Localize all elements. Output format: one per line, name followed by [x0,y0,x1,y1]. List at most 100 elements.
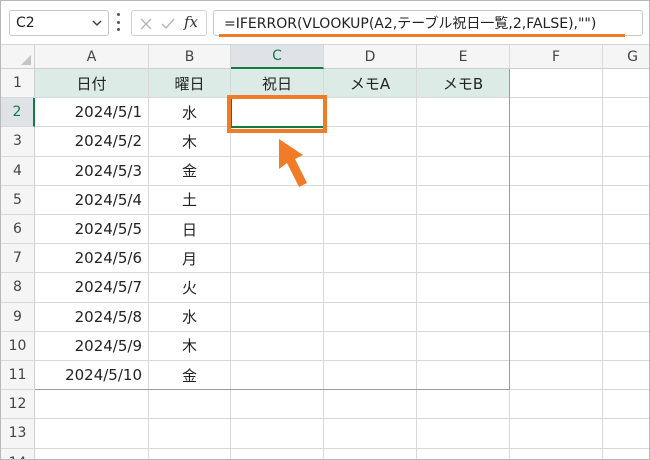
cell-d9[interactable] [324,302,417,332]
cell-c10[interactable] [231,331,324,361]
cell-a12[interactable] [35,390,149,420]
more-options-icon[interactable] [115,13,121,31]
cell-b12[interactable] [149,390,231,420]
row-header-14[interactable]: 14 [1,448,35,459]
cell-d8[interactable] [324,273,417,303]
cell-f10[interactable] [510,331,603,361]
cell-e1[interactable]: メモB [417,69,510,99]
cell-d2[interactable] [324,98,417,128]
cell-g11[interactable] [603,361,649,391]
cell-g2[interactable] [603,98,649,128]
column-header-d[interactable]: D [324,45,417,69]
cell-e8[interactable] [417,273,510,303]
cell-f6[interactable] [510,215,603,245]
cell-a6[interactable]: 2024/5/5 [35,215,149,245]
cell-e10[interactable] [417,331,510,361]
cell-d12[interactable] [324,390,417,420]
formula-input[interactable]: =IFERROR(VLOOKUP(A2,テーブル祝日一覧,2,FALSE),""… [213,10,643,36]
row-header-11[interactable]: 11 [1,361,35,391]
cell-a8[interactable]: 2024/5/7 [35,273,149,303]
cell-f8[interactable] [510,273,603,303]
cell-e7[interactable] [417,244,510,274]
cell-e9[interactable] [417,302,510,332]
cell-b3[interactable]: 木 [149,127,231,157]
cell-g3[interactable] [603,127,649,157]
cell-g12[interactable] [603,390,649,420]
cell-d6[interactable] [324,215,417,245]
cell-e3[interactable] [417,127,510,157]
cell-a4[interactable]: 2024/5/3 [35,156,149,186]
cell-f1[interactable] [510,69,603,99]
cell-b14[interactable] [149,448,231,459]
cell-a10[interactable]: 2024/5/9 [35,331,149,361]
cell-g9[interactable] [603,303,649,332]
cell-a13[interactable] [35,419,149,449]
cell-b9[interactable]: 水 [149,302,231,332]
cell-a11[interactable]: 2024/5/10 [35,361,149,391]
cell-b1[interactable]: 曜日 [149,69,231,99]
cell-b2[interactable]: 水 [149,98,231,128]
cell-c2[interactable] [231,98,324,128]
cell-c3[interactable] [231,127,324,157]
cell-e12[interactable] [417,390,510,420]
row-header-8[interactable]: 8 [1,273,35,303]
cell-b4[interactable]: 金 [149,156,231,186]
cell-e6[interactable] [417,215,510,245]
column-header-e[interactable]: E [417,45,510,69]
cell-c4[interactable] [231,156,324,186]
column-header-g[interactable]: G [603,45,649,69]
cell-g7[interactable] [603,244,649,274]
cell-c13[interactable] [231,419,324,449]
cell-b13[interactable] [149,419,231,449]
row-header-12[interactable]: 12 [1,390,35,420]
cell-b8[interactable]: 火 [149,273,231,303]
cell-d1[interactable]: メモA [324,69,417,99]
cell-a2[interactable]: 2024/5/1 [35,98,149,128]
row-header-13[interactable]: 13 [1,419,35,449]
cell-f12[interactable] [510,390,603,420]
cell-g13[interactable] [603,419,649,449]
cell-a14[interactable] [35,448,149,459]
cell-g4[interactable] [603,157,649,186]
cell-a3[interactable]: 2024/5/2 [35,127,149,157]
cell-e14[interactable] [417,448,510,459]
cell-f4[interactable] [510,156,603,186]
row-header-10[interactable]: 10 [1,331,35,361]
row-header-3[interactable]: 3 [1,127,35,157]
insert-function-icon[interactable]: fx [184,13,198,31]
column-header-a[interactable]: A [35,45,149,69]
cell-a7[interactable]: 2024/5/6 [35,244,149,274]
cell-c11[interactable] [231,361,324,391]
cell-d10[interactable] [324,331,417,361]
cell-d11[interactable] [324,361,417,391]
cell-f13[interactable] [510,419,603,449]
cell-g10[interactable] [603,332,649,361]
cell-d7[interactable] [324,244,417,274]
cell-d4[interactable] [324,156,417,186]
cell-c14[interactable] [231,448,324,459]
cell-g6[interactable] [603,215,649,245]
cell-a1[interactable]: 日付 [35,69,149,99]
cell-f14[interactable] [510,448,603,459]
cell-c5[interactable] [231,185,324,215]
cell-g1[interactable] [603,69,649,99]
cell-f11[interactable] [510,361,603,391]
cell-f2[interactable] [510,98,603,128]
cell-f5[interactable] [510,185,603,215]
select-all-corner[interactable] [1,45,35,69]
cell-b6[interactable]: 日 [149,215,231,245]
column-header-f[interactable]: F [510,45,603,69]
cancel-icon[interactable] [138,16,154,32]
cell-d3[interactable] [324,127,417,157]
column-header-b[interactable]: B [149,45,231,69]
cell-a9[interactable]: 2024/5/8 [35,302,149,332]
cell-c7[interactable] [231,244,324,274]
cell-g14[interactable] [603,449,649,459]
cell-a5[interactable]: 2024/5/4 [35,185,149,215]
row-header-6[interactable]: 6 [1,215,35,245]
cell-e2[interactable] [417,98,510,128]
name-box[interactable]: C2 [9,10,109,36]
cell-c12[interactable] [231,390,324,420]
cell-c1[interactable]: 祝日 [231,69,324,99]
cell-g8[interactable] [603,273,649,303]
